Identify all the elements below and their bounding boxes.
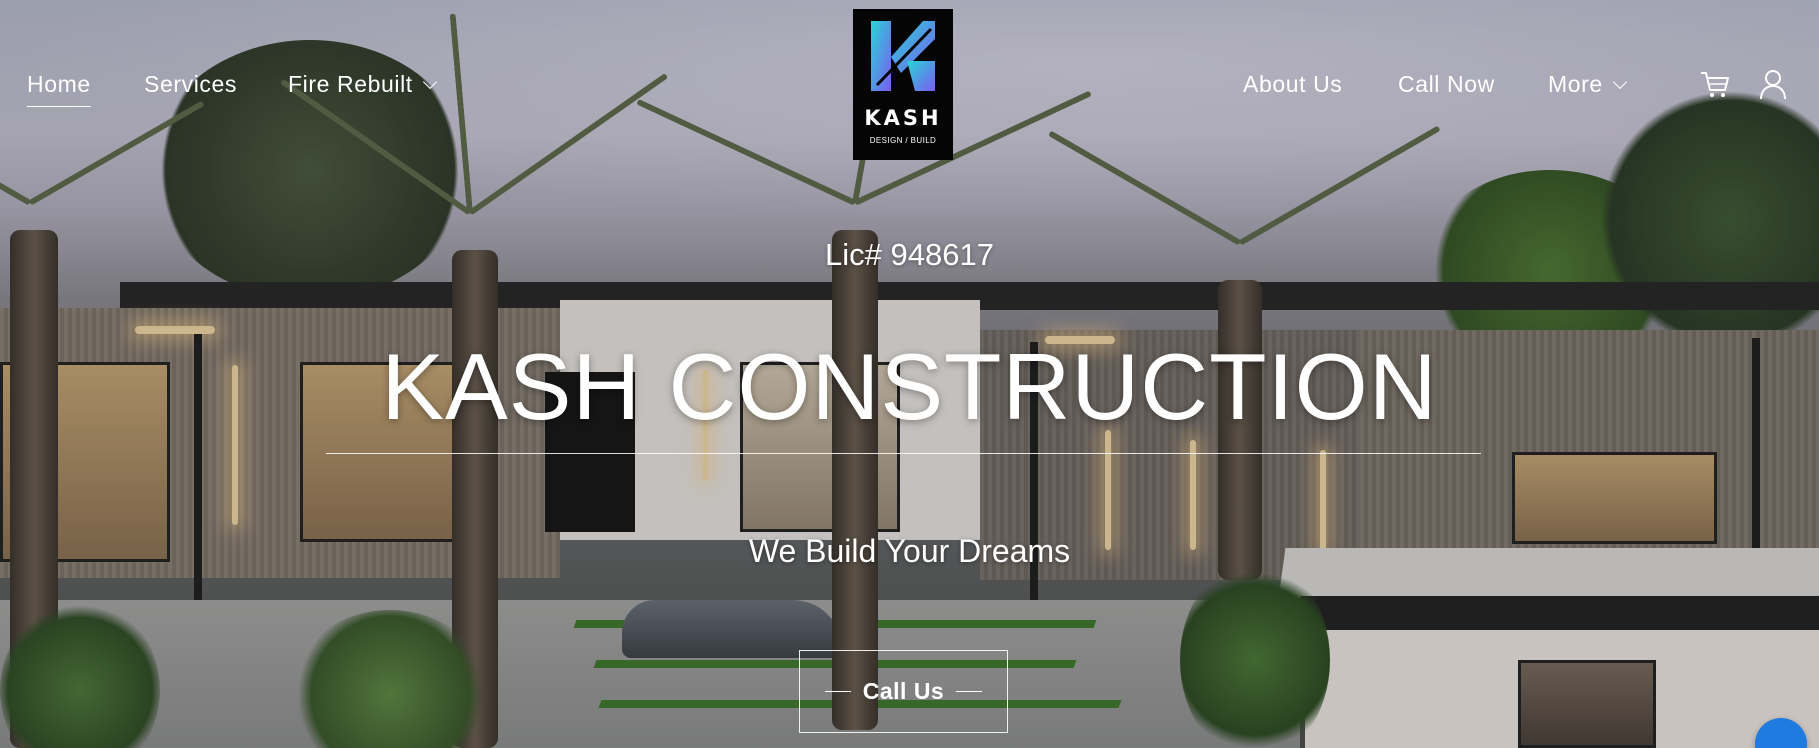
nav-services[interactable]: Services bbox=[144, 71, 237, 98]
cart-icon[interactable] bbox=[1699, 68, 1731, 100]
nav-call-now[interactable]: Call Now bbox=[1398, 71, 1495, 98]
nav-about-us-label: About Us bbox=[1243, 71, 1343, 97]
cta-line-left bbox=[824, 691, 851, 692]
page-title: KASH CONSTRUCTION bbox=[381, 334, 1438, 439]
nav-fire-rebuilt[interactable]: Fire Rebuilt bbox=[288, 71, 437, 98]
nav-services-label: Services bbox=[144, 71, 237, 97]
divider bbox=[326, 453, 1481, 454]
call-us-label: Call Us bbox=[862, 678, 945, 704]
nav-home-label: Home bbox=[27, 71, 91, 97]
logo-wordmark: KASH bbox=[864, 106, 942, 130]
logo-mark-icon bbox=[871, 21, 935, 91]
tagline: We Build Your Dreams bbox=[748, 533, 1071, 569]
nav-about-us[interactable]: About Us bbox=[1243, 71, 1342, 98]
logo-subtitle: DESIGN / BUILD bbox=[869, 136, 937, 145]
nav-call-now-label: Call Now bbox=[1398, 71, 1495, 97]
chevron-down-icon bbox=[422, 74, 437, 90]
cta-line-right bbox=[956, 691, 983, 692]
nav-home[interactable]: Home bbox=[27, 71, 91, 107]
logo[interactable]: KASH DESIGN / BUILD bbox=[853, 9, 953, 160]
chevron-down-icon bbox=[1612, 74, 1627, 90]
nav-fire-rebuilt-label: Fire Rebuilt bbox=[288, 71, 413, 97]
license-number: Lic# 948617 bbox=[825, 237, 994, 272]
nav-more[interactable]: More bbox=[1548, 71, 1627, 98]
call-us-button[interactable]: Call Us bbox=[799, 650, 1008, 733]
user-icon[interactable] bbox=[1757, 68, 1789, 100]
nav-more-label: More bbox=[1548, 71, 1603, 97]
